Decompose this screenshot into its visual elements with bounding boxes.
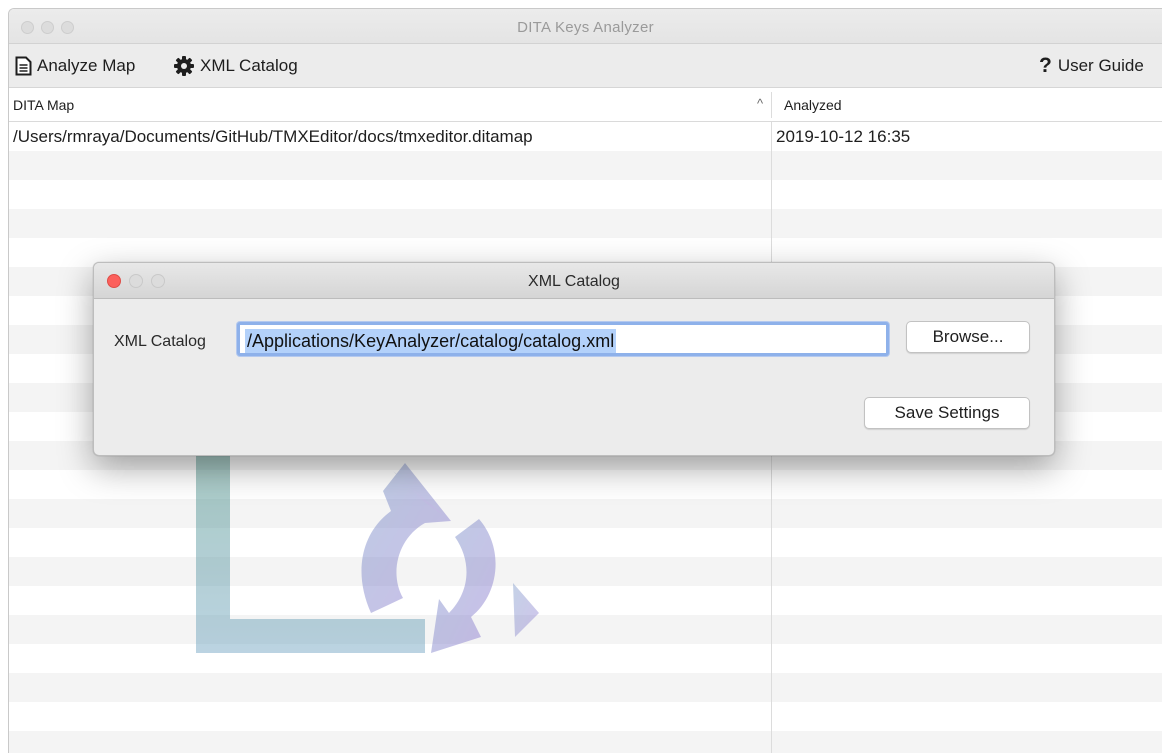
document-icon — [15, 56, 32, 76]
sort-ascending-icon[interactable]: ^ — [757, 96, 763, 111]
catalog-path-input[interactable]: /Applications/KeyAnalyzer/catalog/catalo… — [237, 322, 889, 356]
app-logo-watermark-icon — [196, 453, 539, 653]
column-header-analyzed[interactable]: Analyzed — [784, 97, 842, 113]
xml-catalog-dialog: XML Catalog XML Catalog /Applications/Ke… — [93, 262, 1055, 456]
xml-catalog-label: XML Catalog — [200, 56, 298, 75]
dialog-titlebar[interactable]: XML Catalog — [94, 263, 1054, 299]
analyze-map-button[interactable]: Analyze Map — [15, 53, 135, 79]
save-settings-button[interactable]: Save Settings — [864, 397, 1030, 429]
table-row[interactable]: /Users/rmraya/Documents/GitHub/TMXEditor… — [9, 122, 1162, 151]
column-header-dita-map[interactable]: DITA Map — [13, 97, 74, 113]
catalog-path-value: /Applications/KeyAnalyzer/catalog/catalo… — [245, 329, 617, 353]
row-map-path: /Users/rmraya/Documents/GitHub/TMXEditor… — [13, 127, 533, 146]
user-guide-button[interactable]: ? User Guide — [1039, 53, 1144, 79]
table-header: DITA Map ^ Analyzed — [9, 88, 1162, 122]
xml-catalog-button[interactable]: XML Catalog — [173, 53, 298, 79]
row-analyzed-date: 2019-10-12 16:35 — [776, 127, 911, 146]
column-divider[interactable] — [771, 92, 772, 118]
user-guide-label: User Guide — [1057, 56, 1144, 75]
analyze-map-label: Analyze Map — [37, 56, 136, 75]
gear-icon — [174, 56, 194, 76]
window-title: DITA Keys Analyzer — [517, 19, 654, 36]
browse-button[interactable]: Browse... — [906, 321, 1030, 353]
catalog-field-label: XML Catalog — [114, 333, 206, 350]
toolbar: Analyze Map XML Catalog ? User Guide — [9, 44, 1162, 88]
dialog-title: XML Catalog — [528, 273, 620, 290]
question-icon: ? — [1039, 54, 1052, 77]
main-titlebar[interactable]: DITA Keys Analyzer — [9, 9, 1162, 44]
